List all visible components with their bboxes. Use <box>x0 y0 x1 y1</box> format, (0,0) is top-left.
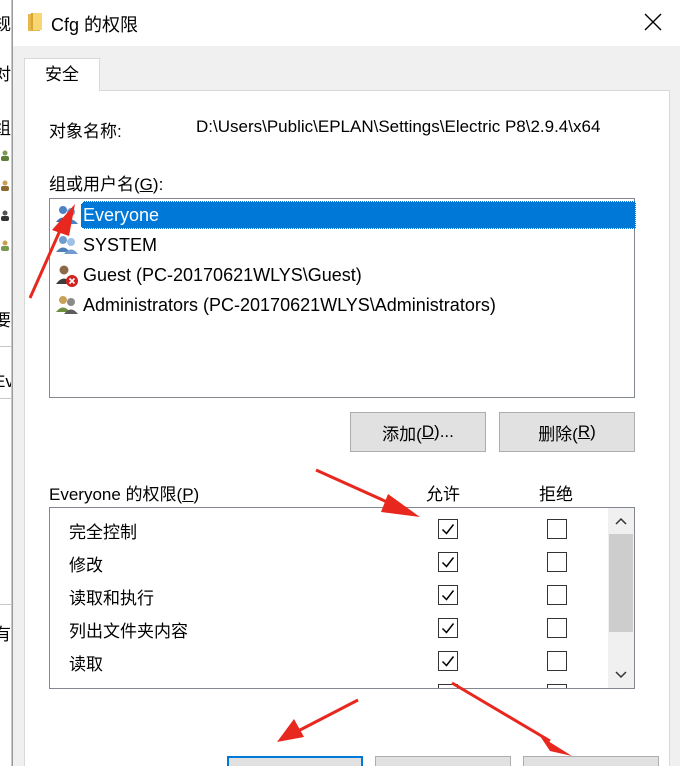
allow-header: 允许 <box>426 485 460 504</box>
permissions-list: 完全控制 修改 读取和执行 列出文件夹内容 读取 <box>49 507 635 689</box>
list-item-label: Everyone <box>81 203 162 227</box>
deny-checkbox[interactable] <box>547 684 567 688</box>
background-text: 组 <box>0 114 11 139</box>
folder-icon <box>28 13 42 31</box>
security-panel: 对象名称: D:\Users\Public\EPLAN\Settings\Ele… <box>24 90 670 766</box>
deny-checkbox[interactable] <box>547 585 567 605</box>
deny-checkbox[interactable] <box>547 552 567 572</box>
group-users-icon <box>56 236 78 254</box>
permission-row: 修改 <box>50 546 608 579</box>
list-item-label: Administrators (PC-20170621WLYS\Administ… <box>83 294 496 315</box>
remove-button[interactable]: 删除(R) <box>499 412 635 452</box>
permission-name: 修改 <box>69 556 103 575</box>
deny-header: 拒绝 <box>539 485 573 504</box>
list-item-label: Guest (PC-20170621WLYS\Guest) <box>83 264 362 285</box>
permission-row: 完全控制 <box>50 513 608 546</box>
user-icon <box>1 240 9 251</box>
deny-checkbox[interactable] <box>547 651 567 671</box>
dialog-body: 安全 对象名称: D:\Users\Public\EPLAN\Settings\… <box>13 46 680 766</box>
permission-name: 写入 <box>69 683 103 688</box>
checkmark-icon <box>441 623 455 634</box>
apply-button[interactable] <box>523 756 659 766</box>
scroll-up-button[interactable] <box>608 508 634 534</box>
chevron-up-icon <box>615 517 627 525</box>
permission-row: 读取 <box>50 645 608 678</box>
allow-checkbox[interactable] <box>438 552 458 572</box>
cancel-button[interactable] <box>375 756 511 766</box>
deny-checkbox[interactable] <box>547 618 567 638</box>
checkmark-icon <box>441 656 455 667</box>
permission-name: 读取和执行 <box>69 589 154 608</box>
background-text: 对 <box>0 60 11 85</box>
list-item-guest[interactable]: Guest (PC-20170621WLYS\Guest) <box>54 261 634 289</box>
allow-checkbox[interactable] <box>438 585 458 605</box>
list-item-administrators[interactable]: Administrators (PC-20170621WLYS\Administ… <box>54 291 634 319</box>
deny-checkbox[interactable] <box>547 519 567 539</box>
close-icon <box>644 13 662 31</box>
permissions-dialog: Cfg 的权限 安全 对象名称: D:\Users\Public\EPLAN\S… <box>12 0 680 766</box>
permission-row: 列出文件夹内容 <box>50 612 608 645</box>
background-text: 规 <box>0 10 11 35</box>
permission-name: 完全控制 <box>69 523 137 542</box>
background-text: 有 <box>0 620 11 645</box>
disabled-user-icon <box>56 265 78 287</box>
permission-name: 列出文件夹内容 <box>69 622 188 641</box>
close-button[interactable] <box>625 0 680 44</box>
permissions-label: Everyone 的权限(P) <box>49 485 200 504</box>
user-icon <box>1 150 9 161</box>
scroll-thumb[interactable] <box>609 534 633 632</box>
permission-name: 读取 <box>69 655 103 674</box>
tab-security[interactable]: 安全 <box>24 58 100 91</box>
background-text: 要 <box>0 306 11 331</box>
list-item-system[interactable]: SYSTEM <box>54 231 634 259</box>
vertical-scrollbar[interactable] <box>608 508 634 688</box>
allow-checkbox[interactable] <box>438 519 458 539</box>
ok-button[interactable] <box>227 756 363 766</box>
background-text: Ev <box>0 372 11 392</box>
user-icon <box>1 180 9 191</box>
groups-label: 组或用户名(G): <box>49 175 164 194</box>
object-name-label: 对象名称: <box>49 122 122 141</box>
allow-checkbox[interactable] <box>438 684 458 688</box>
divider <box>0 604 11 605</box>
user-icon <box>1 210 9 221</box>
chevron-down-icon <box>615 671 627 679</box>
dialog-title: Cfg 的权限 <box>51 15 139 35</box>
list-item-label: SYSTEM <box>83 234 158 255</box>
allow-checkbox[interactable] <box>438 618 458 638</box>
checkmark-icon <box>441 557 455 568</box>
title-bar: Cfg 的权限 <box>13 0 680 46</box>
object-name-value: D:\Users\Public\EPLAN\Settings\Electric … <box>196 117 601 136</box>
group-users-icon <box>56 206 78 224</box>
selection-highlight <box>82 201 636 229</box>
scroll-down-button[interactable] <box>608 662 634 688</box>
group-users-icon <box>56 296 78 314</box>
divider <box>0 346 11 347</box>
background-window: 规 对 组 要 Ev 有 <box>0 0 12 766</box>
allow-checkbox[interactable] <box>438 651 458 671</box>
permission-row: 读取和执行 <box>50 579 608 612</box>
divider <box>0 398 11 399</box>
add-button[interactable]: 添加(D)... <box>350 412 486 452</box>
permission-row: 写入 <box>50 678 608 688</box>
list-item-everyone[interactable]: Everyone <box>54 201 636 229</box>
checkmark-icon <box>441 590 455 601</box>
checkmark-icon <box>441 524 455 535</box>
groups-listbox[interactable]: Everyone SYSTEM Guest (PC-20170621WLYS\G… <box>49 198 636 398</box>
